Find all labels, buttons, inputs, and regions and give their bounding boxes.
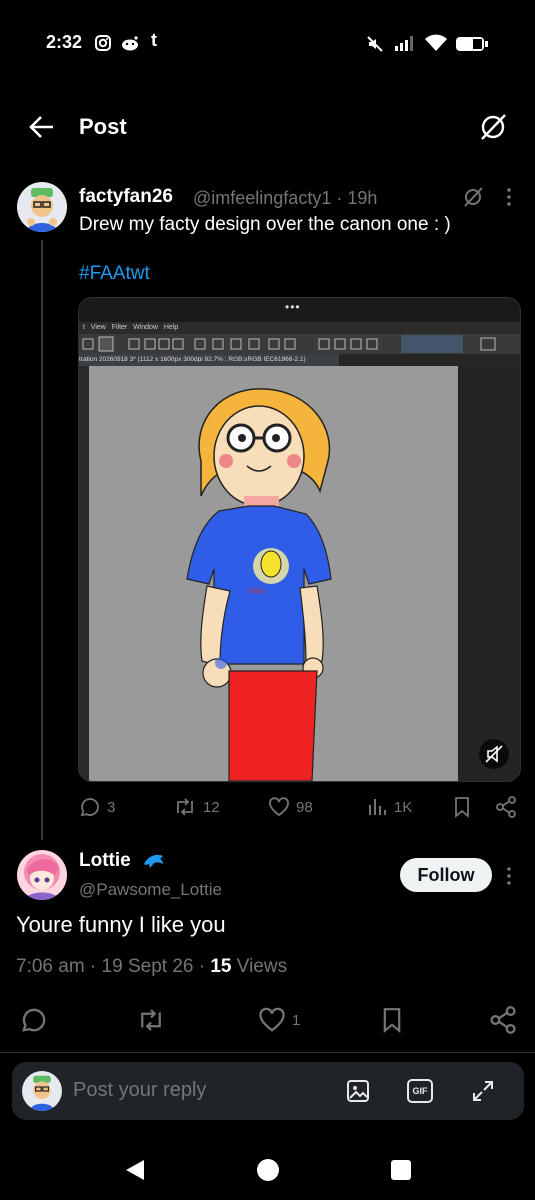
share-icon[interactable] [489,1006,517,1034]
views-count: 1K [394,798,413,816]
wifi-icon [424,33,448,53]
dolphin-emoji-icon [142,850,166,872]
drawing-canvas: FAA [89,366,458,781]
reply-timestamp: 7:06 am · 19 Sept 26 · [16,956,211,977]
author-name[interactable]: factyfan26 [79,186,173,208]
tweet-text: Drew my facty design over the canon one … [79,214,451,235]
nav-back-icon[interactable] [124,1158,146,1182]
menu-item: Filter [111,324,128,331]
like-action[interactable]: 1 [258,1006,300,1034]
follow-button[interactable]: Follow [400,858,492,892]
sound-off-icon[interactable] [479,739,509,769]
nav-recents-icon[interactable] [390,1159,412,1181]
reply-count: 3 [107,798,116,816]
thread-line [41,240,43,840]
reply-author-handle[interactable]: @Pawsome_Lottie [79,880,222,900]
mute-icon [366,35,384,53]
page-title: Post [79,114,127,139]
doc-tab-bar: tration 20260918 3* (1112 x 1600px 300dp… [79,354,520,366]
more-vertical-icon[interactable] [505,866,513,886]
author-avatar[interactable] [17,182,67,232]
image-icon[interactable] [345,1078,371,1104]
hashtag-link[interactable]: #FAAtwt [79,263,150,285]
reddit-icon [120,34,140,52]
like-count: 1 [292,1011,301,1029]
reply-author-name[interactable]: Lottie [79,850,131,872]
menu-item: Help [163,324,179,331]
tweet-image[interactable]: ••• t View Filter Window Help tration 20… [78,297,521,782]
tumblr-icon: t [151,30,157,50]
reply-views-label: Views [231,956,288,977]
share-icon[interactable] [495,796,517,818]
like-action[interactable]: 98 [268,796,313,818]
status-time: 2:32 [46,32,83,52]
bookmark-icon[interactable] [452,796,472,818]
reply-text: Youre funny I like you [16,912,226,937]
back-arrow-icon[interactable] [28,114,56,140]
reply-icon[interactable] [20,1006,48,1034]
reply-action[interactable]: 3 [79,796,115,818]
nav-home-icon[interactable] [256,1158,280,1182]
more-vertical-icon[interactable] [505,187,513,207]
reply-avatar[interactable] [17,850,67,900]
views-icon [369,799,386,815]
doc-tab: tration 20260918 3* (1112 x 1600px 300dp… [79,354,339,366]
instagram-icon [94,34,112,52]
repost-action[interactable]: 12 [173,796,220,818]
svg-text:FAA: FAA [249,587,265,596]
heart-icon [259,1007,285,1032]
reply-views-count: 15 [210,956,232,977]
bookmark-icon[interactable] [380,1006,404,1034]
repost-icon [177,798,193,816]
user-avatar [22,1071,62,1111]
menu-item: View [90,324,106,331]
grok-icon[interactable] [478,112,508,142]
repost-count: 12 [203,798,220,816]
gif-button[interactable]: GIF [407,1079,433,1103]
author-handle-time[interactable]: @imfeelingfacty1 · 19h [193,188,377,209]
reply-icon [80,798,99,817]
character-drawing: FAA [186,388,332,781]
heart-icon [269,797,289,817]
canvas-area: FAA [79,366,520,781]
battery-icon [455,35,489,53]
like-count: 98 [296,798,313,816]
views-action[interactable]: 1K [366,796,412,818]
app-toolbar [79,334,520,354]
reply-input[interactable]: Post your reply [73,1079,206,1102]
image-more-dots: ••• [285,300,301,314]
reply-meta: 7:06 am · 19 Sept 26 · 15 Views [16,956,287,978]
side-panel [458,366,520,781]
grok-icon[interactable] [462,186,484,208]
menu-item: t [83,324,85,331]
divider [0,1052,535,1053]
expand-icon[interactable] [470,1078,496,1104]
menu-item: Window [133,324,158,331]
repost-icon[interactable] [136,1006,166,1034]
app-menu-bar: t View Filter Window Help [79,322,520,334]
signal-icon [394,34,416,52]
